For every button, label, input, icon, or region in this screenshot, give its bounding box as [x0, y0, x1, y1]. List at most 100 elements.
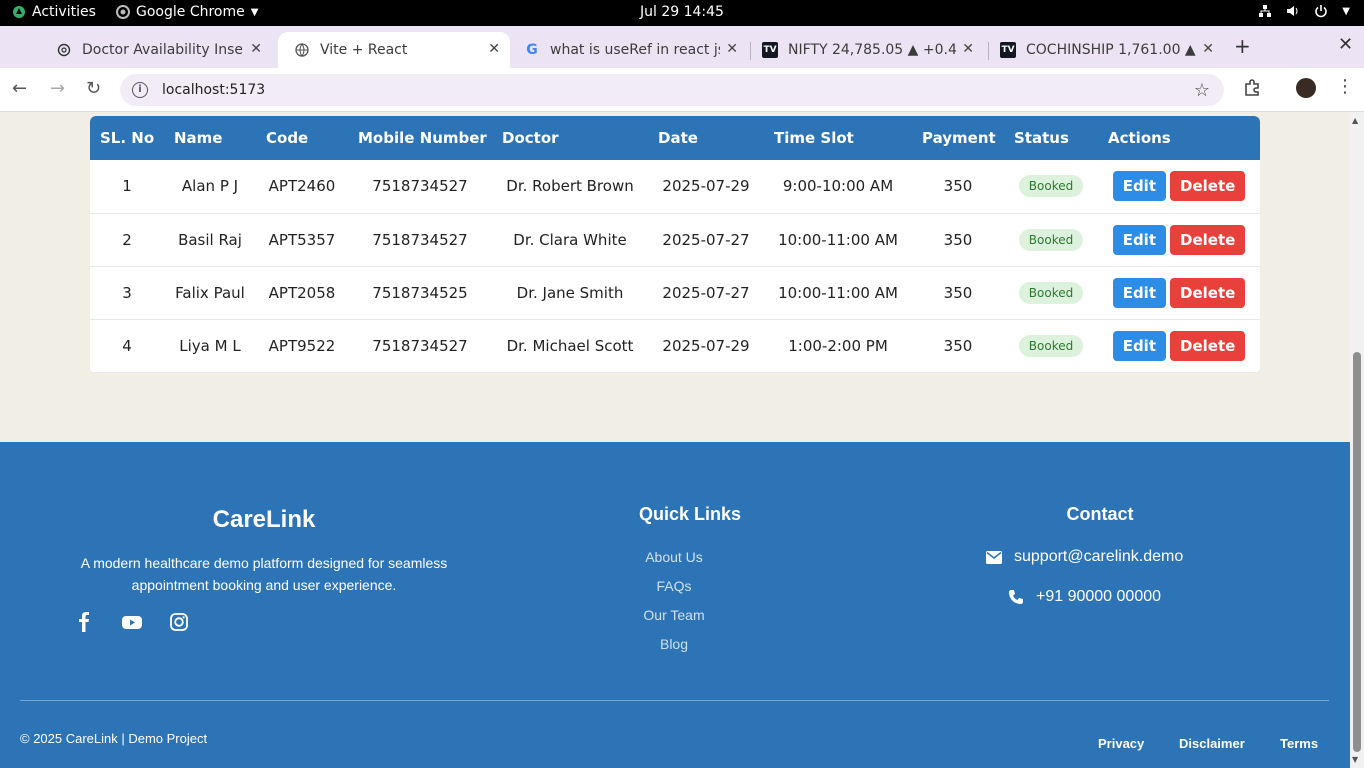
copyright-text: © 2025 CareLink | Demo Project — [20, 731, 208, 746]
cell-doctor: Dr. Jane Smith — [492, 266, 648, 320]
table-header-row: SL. No Name Code Mobile Number Doctor Da… — [90, 116, 1260, 160]
cell-date: 2025-07-27 — [648, 213, 764, 267]
system-tray[interactable]: ▼ — [1258, 4, 1350, 18]
tab-nifty[interactable]: TV NIFTY 24,785.05 ▲ +0.4 ✕ — [746, 32, 984, 68]
close-tab-icon[interactable]: ✕ — [488, 41, 500, 57]
page-scrollbar[interactable]: ▲ ▼ — [1350, 112, 1364, 768]
blog-link[interactable]: Blog — [574, 636, 774, 652]
edit-button[interactable]: Edit — [1112, 171, 1166, 202]
terms-link[interactable]: Terms — [1280, 736, 1318, 751]
col-time-slot: Time Slot — [764, 116, 912, 160]
bookmark-star-icon[interactable]: ☆ — [1194, 80, 1210, 101]
cell-slot: 1:00-2:00 PM — [764, 319, 912, 373]
forward-icon[interactable]: → — [50, 78, 65, 99]
close-tab-icon[interactable]: ✕ — [962, 41, 974, 57]
power-icon — [1315, 5, 1328, 18]
back-icon[interactable]: ← — [12, 78, 27, 99]
cell-slot: 10:00-11:00 AM — [764, 213, 912, 267]
reload-icon[interactable]: ↻ — [86, 78, 101, 99]
delete-button[interactable]: Delete — [1170, 330, 1246, 361]
cell-actions: Edit Delete — [1098, 266, 1260, 320]
status-badge: Booked — [1018, 175, 1084, 198]
tab-google-search[interactable]: G what is useRef in react js ✕ — [508, 32, 748, 68]
tab-title: NIFTY 24,785.05 ▲ +0.4 — [788, 42, 957, 58]
cell-sl: 1 — [90, 160, 164, 214]
phone-text[interactable]: +91 90000 00000 — [1036, 588, 1161, 606]
cell-actions: Edit Delete — [1098, 160, 1260, 214]
clock[interactable]: Jul 29 14:45 — [0, 4, 1364, 20]
status-badge: Booked — [1018, 334, 1084, 357]
col-code: Code — [256, 116, 348, 160]
cell-name: Falix Paul — [164, 266, 256, 320]
cell-doctor: Dr. Michael Scott — [492, 319, 648, 373]
system-top-bar: Activities Google Chrome ▼ Jul 29 14:45 … — [0, 0, 1364, 26]
menu-kebab-icon[interactable]: ⋮ — [1336, 76, 1354, 97]
tab-title: Vite + React — [320, 42, 408, 58]
extensions-icon[interactable] — [1242, 78, 1262, 98]
scrollbar-thumb[interactable] — [1353, 352, 1361, 752]
url-text[interactable]: localhost:5173 — [162, 82, 265, 98]
cell-code: APT9522 — [256, 319, 348, 373]
cell-mobile: 7518734525 — [348, 266, 492, 320]
footer-tagline: A modern healthcare demo platform design… — [80, 555, 448, 593]
delete-button[interactable]: Delete — [1170, 224, 1246, 255]
address-bar[interactable]: i localhost:5173 ☆ — [120, 74, 1224, 106]
site-info-icon[interactable]: i — [132, 82, 148, 98]
youtube-icon[interactable] — [121, 612, 143, 632]
openai-icon — [56, 42, 72, 58]
table-row: 3 Falix Paul APT2058 7518734525 Dr. Jane… — [90, 266, 1260, 320]
cell-mobile: 7518734527 — [348, 319, 492, 373]
faqs-link[interactable]: FAQs — [574, 578, 774, 594]
about-us-link[interactable]: About Us — [574, 549, 774, 565]
google-icon: G — [526, 42, 538, 58]
cell-status: Booked — [1004, 213, 1098, 267]
cell-mobile: 7518734527 — [348, 213, 492, 267]
email-text[interactable]: support@carelink.demo — [1014, 548, 1183, 566]
scroll-down-icon[interactable]: ▼ — [1352, 755, 1358, 764]
cell-sl: 2 — [90, 213, 164, 267]
tab-title: Doctor Availability Insert — [82, 42, 242, 58]
col-payment: Payment — [912, 116, 1004, 160]
privacy-link[interactable]: Privacy — [1098, 736, 1144, 751]
phone-icon — [1009, 590, 1023, 604]
cell-date: 2025-07-29 — [648, 319, 764, 373]
delete-button[interactable]: Delete — [1170, 277, 1246, 308]
edit-button[interactable]: Edit — [1112, 330, 1166, 361]
window-close-icon[interactable]: ✕ — [1338, 34, 1353, 55]
appointments-table: SL. No Name Code Mobile Number Doctor Da… — [90, 116, 1260, 373]
our-team-link[interactable]: Our Team — [574, 607, 774, 623]
close-tab-icon[interactable]: ✕ — [250, 41, 262, 57]
tab-cochinship[interactable]: TV COCHINSHIP 1,761.00 ▲ ✕ — [984, 32, 1224, 68]
facebook-icon[interactable] — [76, 612, 94, 632]
col-name: Name — [164, 116, 256, 160]
new-tab-icon[interactable]: + — [1234, 34, 1251, 58]
edit-button[interactable]: Edit — [1112, 277, 1166, 308]
col-sl-no: SL. No — [90, 116, 164, 160]
cell-name: Basil Raj — [164, 213, 256, 267]
cell-date: 2025-07-27 — [648, 266, 764, 320]
quick-links-title: Quick Links — [638, 504, 742, 524]
cell-doctor: Dr. Clara White — [492, 213, 648, 267]
page-content: SL. No Name Code Mobile Number Doctor Da… — [0, 112, 1350, 768]
cell-status: Booked — [1004, 160, 1098, 214]
volume-icon — [1287, 6, 1298, 16]
contact-title: Contact — [1066, 504, 1134, 524]
scroll-up-icon[interactable]: ▲ — [1352, 116, 1358, 125]
disclaimer-link[interactable]: Disclaimer — [1179, 736, 1245, 751]
tab-strip: ⌄ Doctor Availability Insert ✕ Vite + Re… — [0, 26, 1364, 76]
tab-doctor-availability[interactable]: Doctor Availability Insert ✕ — [40, 32, 272, 68]
close-tab-icon[interactable]: ✕ — [1202, 41, 1214, 57]
edit-button[interactable]: Edit — [1112, 224, 1166, 255]
cell-code: APT2460 — [256, 160, 348, 214]
col-status: Status — [1004, 116, 1098, 160]
delete-button[interactable]: Delete — [1170, 171, 1246, 202]
cell-code: APT5357 — [256, 213, 348, 267]
tab-title: what is useRef in react js — [550, 42, 720, 58]
table-row: 2 Basil Raj APT5357 7518734527 Dr. Clara… — [90, 213, 1260, 267]
tab-vite-react[interactable]: Vite + React ✕ — [278, 32, 510, 68]
site-footer: CareLink A modern healthcare demo platfo… — [0, 442, 1350, 768]
instagram-icon[interactable] — [169, 612, 189, 632]
cell-sl: 4 — [90, 319, 164, 373]
close-tab-icon[interactable]: ✕ — [726, 41, 738, 57]
profile-avatar[interactable] — [1296, 78, 1316, 98]
